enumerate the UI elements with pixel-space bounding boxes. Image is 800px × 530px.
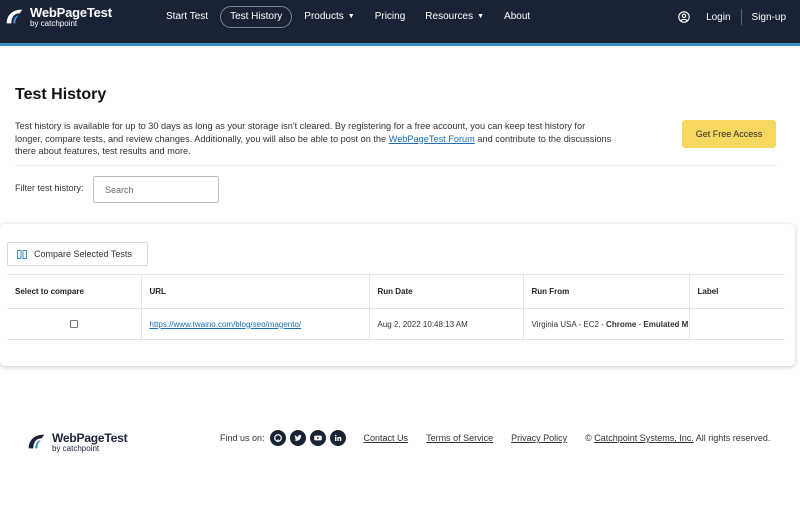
nav-products[interactable]: Products ▼ — [294, 6, 364, 28]
nav-resources[interactable]: Resources ▼ — [415, 6, 494, 28]
twitter-icon[interactable] — [289, 430, 306, 446]
youtube-icon[interactable] — [309, 430, 326, 446]
catchpoint-link[interactable]: Catchpoint Systems, Inc. — [594, 433, 694, 443]
compare-checkbox[interactable] — [69, 320, 78, 329]
get-free-access-button[interactable]: Get Free Access — [682, 120, 776, 148]
forum-link[interactable]: WebPageTest Forum — [389, 134, 475, 144]
filter-label: Filter test history: — [15, 183, 84, 193]
footer-logo-subtitle: by catchpoint — [52, 443, 100, 453]
run-from-browser: Chrome — [606, 319, 637, 329]
test-history-panel: Compare Selected Tests Select to compare… — [0, 224, 795, 366]
logo-subtitle: by catchpoint — [30, 19, 78, 28]
github-icon[interactable] — [269, 430, 286, 446]
terms-of-service-link[interactable]: Terms of Service — [426, 433, 493, 443]
nav-about[interactable]: About — [494, 6, 540, 28]
nav-resources-label: Resources — [425, 11, 474, 22]
nav-test-history[interactable]: Test History — [220, 6, 293, 28]
nav-start-test[interactable]: Start Test — [156, 6, 218, 28]
logo-title: WebPageTest — [30, 5, 112, 20]
column-header-run-from[interactable]: Run From — [522, 274, 690, 309]
run-date-cell: Aug 2, 2022 10:48:13 AM — [368, 308, 524, 340]
copyright-prefix: © — [585, 433, 595, 443]
nav-divider — [740, 9, 742, 25]
webpagetest-logo-icon — [6, 9, 23, 24]
nav-test-history-label: Test History — [230, 11, 283, 22]
intro-text: Test history is available for up to 30 d… — [15, 120, 615, 158]
compare-selected-tests-button[interactable]: Compare Selected Tests — [7, 242, 148, 266]
nav-pricing[interactable]: Pricing — [365, 6, 416, 28]
divider — [15, 165, 777, 166]
footer-logo-title: WebPageTest — [52, 430, 128, 445]
user-icon[interactable] — [678, 11, 690, 23]
column-header-select: Select to compare — [7, 274, 142, 309]
signup-link[interactable]: Sign-up — [752, 12, 786, 23]
column-header-run-date[interactable]: Run Date — [368, 274, 524, 309]
column-header-label[interactable]: Label — [688, 274, 785, 309]
table-header-row: Select to compare URL Run Date Run From … — [7, 274, 785, 309]
footer-logo[interactable]: WebPageTest by catchpoint — [26, 430, 128, 453]
nav-products-label: Products — [304, 11, 344, 22]
main-nav: Start Test Test History Products ▼ Pricin… — [156, 6, 540, 28]
account-nav: Login Sign-up — [678, 6, 786, 28]
webpagetest-logo-icon — [28, 434, 45, 449]
caret-down-icon: ▼ — [477, 13, 485, 20]
run-from-location: Virginia USA - EC2 - — [531, 319, 607, 329]
nav-start-test-label: Start Test — [166, 11, 209, 22]
select-cell — [7, 308, 142, 340]
column-header-url[interactable]: URL — [140, 274, 370, 309]
footer-links: Find us on: Contact Us Terms of Service … — [220, 429, 770, 447]
label-cell[interactable] — [688, 308, 785, 340]
page-title: Test History — [15, 86, 107, 103]
compare-button-label: Compare Selected Tests — [34, 249, 132, 259]
compare-icon — [17, 249, 27, 259]
run-from-cell: Virginia USA - EC2 - Chrome - Emulated M — [522, 308, 690, 340]
copyright-suffix: All rights reserved. — [693, 433, 771, 443]
login-link[interactable]: Login — [706, 12, 730, 23]
contact-us-link[interactable]: Contact Us — [364, 433, 409, 443]
run-from-device: Emulated M — [643, 319, 689, 329]
test-url-link[interactable]: https://www.twaino.com/blog/seo/magento/ — [150, 320, 302, 329]
table-row: https://www.twaino.com/blog/seo/magento/… — [7, 308, 785, 340]
test-history-table: Select to compare URL Run Date Run From … — [7, 274, 785, 340]
top-navigation-bar: WebPageTest by catchpoint Start Test Tes… — [0, 0, 800, 46]
copyright-text: © Catchpoint Systems, Inc. All rights re… — [585, 433, 770, 443]
webpagetest-logo[interactable]: WebPageTest by catchpoint — [4, 6, 112, 28]
filter-search-input[interactable] — [93, 176, 219, 203]
linkedin-icon[interactable] — [329, 430, 346, 446]
privacy-policy-link[interactable]: Privacy Policy — [511, 433, 567, 443]
nav-about-label: About — [504, 11, 531, 22]
url-cell: https://www.twaino.com/blog/seo/magento/ — [140, 308, 370, 340]
find-us-label: Find us on: — [220, 433, 265, 443]
caret-down-icon: ▼ — [347, 13, 355, 20]
nav-pricing-label: Pricing — [374, 11, 406, 22]
